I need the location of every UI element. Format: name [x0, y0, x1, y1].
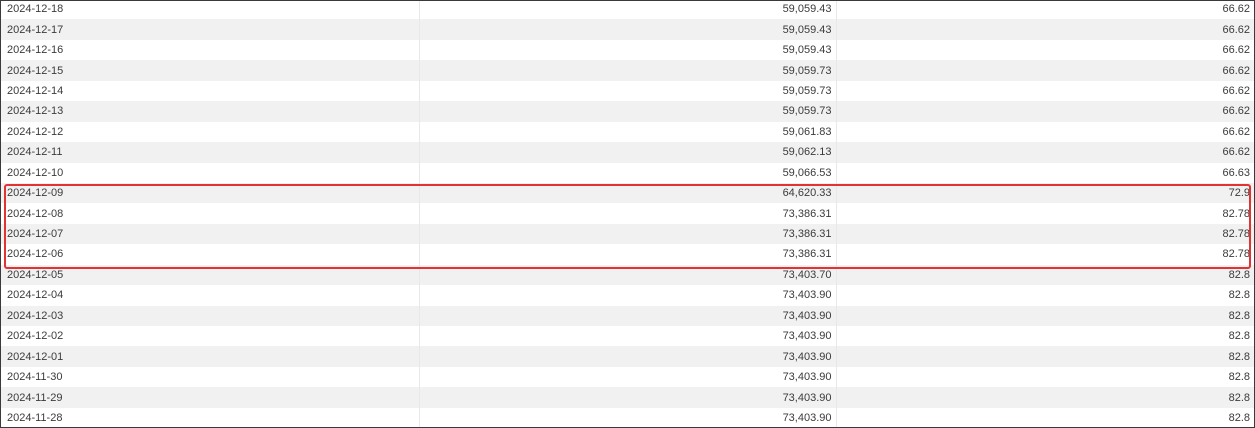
- value-cell: 59,059.73: [418, 80, 836, 102]
- date-cell: 2024-12-03: [1, 305, 419, 326]
- value-cell: 64,620.33: [418, 182, 836, 204]
- value-cell: 73,403.90: [418, 407, 836, 427]
- ratio-cell: 66.62: [835, 60, 1254, 81]
- ratio-cell: 66.62: [835, 121, 1254, 143]
- ratio-cell: 72.9: [835, 182, 1254, 204]
- ratio-cell: 66.62: [835, 101, 1254, 122]
- data-table-panel: 2024-12-18 59,059.43 66.62 2024-12-17 59…: [0, 0, 1255, 428]
- table-body: 2024-12-18 59,059.43 66.62 2024-12-17 59…: [1, 1, 1254, 427]
- value-cell: 73,386.31: [418, 203, 836, 224]
- table-row[interactable]: 2024-12-15 59,059.73 66.62: [1, 60, 1254, 81]
- value-cell: 73,403.90: [418, 366, 836, 388]
- value-cell: 73,403.90: [418, 305, 836, 326]
- value-cell: 59,066.53: [418, 162, 836, 183]
- ratio-cell: 82.8: [835, 366, 1254, 388]
- table-row[interactable]: 2024-11-28 73,403.90 82.8: [1, 407, 1254, 427]
- date-cell: 2024-12-16: [1, 39, 419, 61]
- ratio-cell: 66.62: [835, 80, 1254, 102]
- ratio-cell: 66.62: [835, 142, 1254, 163]
- date-cell: 2024-12-06: [1, 244, 419, 265]
- date-cell: 2024-12-10: [1, 162, 419, 183]
- table-row[interactable]: 2024-12-10 59,066.53 66.63: [1, 162, 1254, 183]
- table-row[interactable]: 2024-12-02 73,403.90 82.8: [1, 326, 1254, 347]
- date-cell: 2024-12-04: [1, 285, 419, 306]
- value-cell: 73,403.90: [418, 285, 836, 306]
- table-row[interactable]: 2024-12-04 73,403.90 82.8: [1, 285, 1254, 306]
- date-cell: 2024-12-09: [1, 182, 419, 204]
- value-cell: 73,403.90: [418, 387, 836, 408]
- table-row[interactable]: 2024-11-29 73,403.90 82.8: [1, 387, 1254, 408]
- date-cell: 2024-12-07: [1, 223, 419, 245]
- value-cell: 73,403.90: [418, 346, 836, 367]
- value-cell: 73,386.31: [418, 244, 836, 265]
- date-cell: 2024-12-15: [1, 60, 419, 81]
- value-cell: 59,059.73: [418, 101, 836, 122]
- table-row[interactable]: 2024-12-05 73,403.70 82.8: [1, 264, 1254, 286]
- table-row[interactable]: 2024-12-16 59,059.43 66.62: [1, 39, 1254, 61]
- date-cell: 2024-12-18: [1, 1, 419, 20]
- date-cell: 2024-11-29: [1, 387, 419, 408]
- value-cell: 59,059.43: [418, 19, 836, 40]
- value-cell: 59,059.43: [418, 39, 836, 61]
- ratio-cell: 82.8: [835, 305, 1254, 326]
- value-cell: 73,403.90: [418, 326, 836, 347]
- date-cell: 2024-12-14: [1, 80, 419, 102]
- ratio-cell: 82.8: [835, 346, 1254, 367]
- date-cell: 2024-12-05: [1, 264, 419, 286]
- value-cell: 59,061.83: [418, 121, 836, 143]
- table-row[interactable]: 2024-12-09 64,620.33 72.9: [1, 182, 1254, 204]
- ratio-cell: 82.78: [835, 203, 1254, 224]
- table-row[interactable]: 2024-12-18 59,059.43 66.62: [1, 1, 1254, 20]
- ratio-cell: 82.78: [835, 223, 1254, 245]
- date-cell: 2024-11-28: [1, 407, 419, 427]
- date-cell: 2024-12-11: [1, 142, 419, 163]
- ratio-cell: 82.78: [835, 244, 1254, 265]
- value-cell: 73,403.70: [418, 264, 836, 286]
- ratio-cell: 66.62: [835, 1, 1254, 20]
- ratio-cell: 82.8: [835, 326, 1254, 347]
- ratio-cell: 82.8: [835, 285, 1254, 306]
- table-row[interactable]: 2024-12-01 73,403.90 82.8: [1, 346, 1254, 367]
- table-row[interactable]: 2024-12-07 73,386.31 82.78: [1, 223, 1254, 245]
- table-row[interactable]: 2024-12-11 59,062.13 66.62: [1, 142, 1254, 163]
- table-row[interactable]: 2024-12-14 59,059.73 66.62: [1, 80, 1254, 102]
- table-row[interactable]: 2024-12-17 59,059.43 66.62: [1, 19, 1254, 40]
- table-row[interactable]: 2024-12-03 73,403.90 82.8: [1, 305, 1254, 326]
- date-cell: 2024-11-30: [1, 366, 419, 388]
- date-cell: 2024-12-12: [1, 121, 419, 143]
- value-cell: 59,059.73: [418, 60, 836, 81]
- ratio-cell: 82.8: [835, 387, 1254, 408]
- data-table: 2024-12-18 59,059.43 66.62 2024-12-17 59…: [1, 1, 1254, 427]
- table-row[interactable]: 2024-12-13 59,059.73 66.62: [1, 101, 1254, 122]
- date-cell: 2024-12-08: [1, 203, 419, 224]
- ratio-cell: 82.8: [835, 264, 1254, 286]
- table-row[interactable]: 2024-12-06 73,386.31 82.78: [1, 244, 1254, 265]
- date-cell: 2024-12-13: [1, 101, 419, 122]
- ratio-cell: 66.63: [835, 162, 1254, 183]
- table-row[interactable]: 2024-12-12 59,061.83 66.62: [1, 121, 1254, 143]
- date-cell: 2024-12-02: [1, 326, 419, 347]
- table-row[interactable]: 2024-11-30 73,403.90 82.8: [1, 366, 1254, 388]
- value-cell: 73,386.31: [418, 223, 836, 245]
- date-cell: 2024-12-17: [1, 19, 419, 40]
- date-cell: 2024-12-01: [1, 346, 419, 367]
- value-cell: 59,062.13: [418, 142, 836, 163]
- table-row[interactable]: 2024-12-08 73,386.31 82.78: [1, 203, 1254, 224]
- ratio-cell: 66.62: [835, 19, 1254, 40]
- value-cell: 59,059.43: [418, 1, 836, 20]
- ratio-cell: 82.8: [835, 407, 1254, 427]
- ratio-cell: 66.62: [835, 39, 1254, 61]
